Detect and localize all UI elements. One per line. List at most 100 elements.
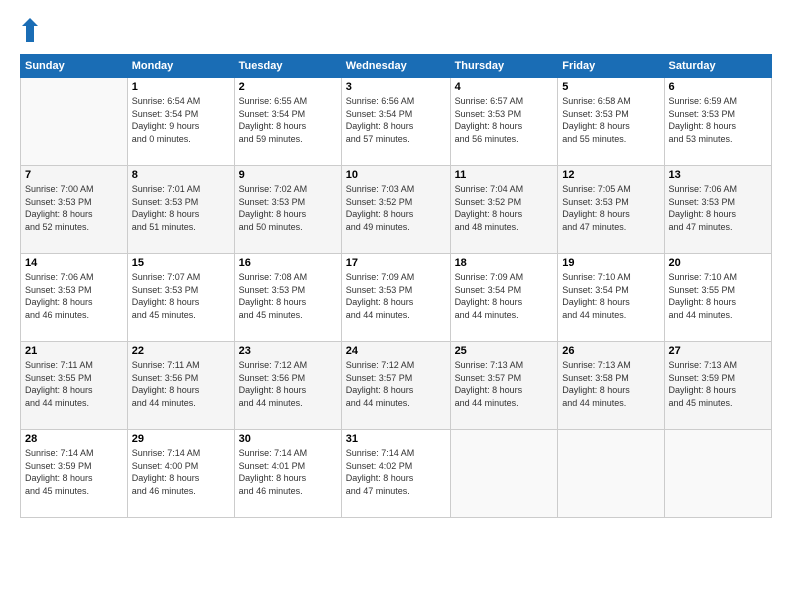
calendar-cell: 27 Sunrise: 7:13 AM Sunset: 3:59 PM Dayli… — [664, 342, 771, 430]
calendar-cell: 13Sunrise: 7:06 AM Sunset: 3:53 PM Dayli… — [664, 166, 771, 254]
day-number: 26 — [562, 345, 659, 357]
day-info: Sunrise: 6:57 AM Sunset: 3:53 PM Dayligh… — [455, 95, 554, 145]
calendar-weekday-tuesday: Tuesday — [234, 55, 341, 78]
day-number: 15 — [132, 257, 230, 269]
day-number: 3 — [346, 81, 446, 93]
day-info: Sunrise: 6:55 AM Sunset: 3:54 PM Dayligh… — [239, 95, 337, 145]
calendar-weekday-wednesday: Wednesday — [341, 55, 450, 78]
day-info: Sunrise: 7:14 AM Sunset: 4:00 PM Dayligh… — [132, 447, 230, 497]
calendar-cell: 15Sunrise: 7:07 AM Sunset: 3:53 PM Dayli… — [127, 254, 234, 342]
day-info: Sunrise: 7:00 AM Sunset: 3:53 PM Dayligh… — [25, 183, 123, 233]
day-info: Sunrise: 6:59 AM Sunset: 3:53 PM Dayligh… — [669, 95, 767, 145]
calendar-week-row: 14Sunrise: 7:06 AM Sunset: 3:53 PM Dayli… — [21, 254, 772, 342]
day-number: 25 — [455, 345, 554, 357]
page: SundayMondayTuesdayWednesdayThursdayFrid… — [0, 0, 792, 612]
calendar-week-row: 1 Sunrise: 6:54 AM Sunset: 3:54 PM Daylig… — [21, 78, 772, 166]
day-info: Sunrise: 6:56 AM Sunset: 3:54 PM Dayligh… — [346, 95, 446, 145]
calendar-cell: 11 Sunrise: 7:04 AM Sunset: 3:52 PM Dayli… — [450, 166, 558, 254]
day-number: 23 — [239, 345, 337, 357]
day-number: 29 — [132, 433, 230, 445]
calendar-cell: 17Sunrise: 7:09 AM Sunset: 3:53 PM Dayli… — [341, 254, 450, 342]
logo — [20, 16, 44, 44]
day-number: 9 — [239, 169, 337, 181]
day-info: Sunrise: 7:12 AM Sunset: 3:57 PM Dayligh… — [346, 359, 446, 409]
calendar-weekday-monday: Monday — [127, 55, 234, 78]
calendar-cell: 29 Sunrise: 7:14 AM Sunset: 4:00 PM Dayli… — [127, 430, 234, 518]
day-info: Sunrise: 7:08 AM Sunset: 3:53 PM Dayligh… — [239, 271, 337, 321]
calendar-cell — [21, 78, 128, 166]
day-number: 10 — [346, 169, 446, 181]
calendar-cell: 12Sunrise: 7:05 AM Sunset: 3:53 PM Dayli… — [558, 166, 664, 254]
day-number: 6 — [669, 81, 767, 93]
calendar-cell — [558, 430, 664, 518]
calendar-cell: 26 Sunrise: 7:13 AM Sunset: 3:58 PM Dayli… — [558, 342, 664, 430]
day-number: 7 — [25, 169, 123, 181]
day-number: 17 — [346, 257, 446, 269]
day-info: Sunrise: 7:06 AM Sunset: 3:53 PM Dayligh… — [669, 183, 767, 233]
calendar-week-row: 7 Sunrise: 7:00 AM Sunset: 3:53 PM Daylig… — [21, 166, 772, 254]
day-number: 27 — [669, 345, 767, 357]
day-number: 18 — [455, 257, 554, 269]
day-info: Sunrise: 7:11 AM Sunset: 3:56 PM Dayligh… — [132, 359, 230, 409]
day-info: Sunrise: 7:14 AM Sunset: 4:01 PM Dayligh… — [239, 447, 337, 497]
day-info: Sunrise: 7:11 AM Sunset: 3:55 PM Dayligh… — [25, 359, 123, 409]
day-number: 16 — [239, 257, 337, 269]
day-info: Sunrise: 6:58 AM Sunset: 3:53 PM Dayligh… — [562, 95, 659, 145]
day-number: 5 — [562, 81, 659, 93]
day-info: Sunrise: 7:03 AM Sunset: 3:52 PM Dayligh… — [346, 183, 446, 233]
calendar-cell: 3 Sunrise: 6:56 AM Sunset: 3:54 PM Daylig… — [341, 78, 450, 166]
day-number: 12 — [562, 169, 659, 181]
calendar-cell — [664, 430, 771, 518]
day-number: 4 — [455, 81, 554, 93]
calendar-cell: 6 Sunrise: 6:59 AM Sunset: 3:53 PM Daylig… — [664, 78, 771, 166]
day-info: Sunrise: 7:02 AM Sunset: 3:53 PM Dayligh… — [239, 183, 337, 233]
day-number: 11 — [455, 169, 554, 181]
day-number: 20 — [669, 257, 767, 269]
logo-icon — [20, 16, 40, 44]
day-info: Sunrise: 7:06 AM Sunset: 3:53 PM Dayligh… — [25, 271, 123, 321]
day-info: Sunrise: 7:14 AM Sunset: 3:59 PM Dayligh… — [25, 447, 123, 497]
calendar-header-row: SundayMondayTuesdayWednesdayThursdayFrid… — [21, 55, 772, 78]
calendar-cell: 2 Sunrise: 6:55 AM Sunset: 3:54 PM Daylig… — [234, 78, 341, 166]
calendar-weekday-sunday: Sunday — [21, 55, 128, 78]
calendar-cell: 24 Sunrise: 7:12 AM Sunset: 3:57 PM Dayli… — [341, 342, 450, 430]
day-number: 22 — [132, 345, 230, 357]
calendar-table: SundayMondayTuesdayWednesdayThursdayFrid… — [20, 54, 772, 518]
day-info: Sunrise: 7:13 AM Sunset: 3:59 PM Dayligh… — [669, 359, 767, 409]
day-info: Sunrise: 6:54 AM Sunset: 3:54 PM Dayligh… — [132, 95, 230, 145]
day-info: Sunrise: 7:01 AM Sunset: 3:53 PM Dayligh… — [132, 183, 230, 233]
calendar-weekday-thursday: Thursday — [450, 55, 558, 78]
calendar-cell: 10 Sunrise: 7:03 AM Sunset: 3:52 PM Dayli… — [341, 166, 450, 254]
day-info: Sunrise: 7:14 AM Sunset: 4:02 PM Dayligh… — [346, 447, 446, 497]
calendar-cell: 14Sunrise: 7:06 AM Sunset: 3:53 PM Dayli… — [21, 254, 128, 342]
calendar-weekday-friday: Friday — [558, 55, 664, 78]
day-info: Sunrise: 7:12 AM Sunset: 3:56 PM Dayligh… — [239, 359, 337, 409]
calendar-week-row: 28 Sunrise: 7:14 AM Sunset: 3:59 PM Dayli… — [21, 430, 772, 518]
calendar-cell: 8Sunrise: 7:01 AM Sunset: 3:53 PM Daylig… — [127, 166, 234, 254]
day-number: 2 — [239, 81, 337, 93]
day-number: 31 — [346, 433, 446, 445]
calendar-cell: 21Sunrise: 7:11 AM Sunset: 3:55 PM Dayli… — [21, 342, 128, 430]
day-number: 30 — [239, 433, 337, 445]
calendar-cell: 18Sunrise: 7:09 AM Sunset: 3:54 PM Dayli… — [450, 254, 558, 342]
calendar-cell: 5 Sunrise: 6:58 AM Sunset: 3:53 PM Daylig… — [558, 78, 664, 166]
calendar-cell: 19 Sunrise: 7:10 AM Sunset: 3:54 PM Dayli… — [558, 254, 664, 342]
day-info: Sunrise: 7:13 AM Sunset: 3:58 PM Dayligh… — [562, 359, 659, 409]
day-info: Sunrise: 7:04 AM Sunset: 3:52 PM Dayligh… — [455, 183, 554, 233]
calendar-cell: 23 Sunrise: 7:12 AM Sunset: 3:56 PM Dayli… — [234, 342, 341, 430]
calendar-week-row: 21Sunrise: 7:11 AM Sunset: 3:55 PM Dayli… — [21, 342, 772, 430]
calendar-cell: 25 Sunrise: 7:13 AM Sunset: 3:57 PM Dayli… — [450, 342, 558, 430]
day-info: Sunrise: 7:10 AM Sunset: 3:54 PM Dayligh… — [562, 271, 659, 321]
calendar-cell: 31 Sunrise: 7:14 AM Sunset: 4:02 PM Dayli… — [341, 430, 450, 518]
day-number: 28 — [25, 433, 123, 445]
day-info: Sunrise: 7:13 AM Sunset: 3:57 PM Dayligh… — [455, 359, 554, 409]
calendar-weekday-saturday: Saturday — [664, 55, 771, 78]
calendar-cell: 1 Sunrise: 6:54 AM Sunset: 3:54 PM Daylig… — [127, 78, 234, 166]
calendar-cell: 20Sunrise: 7:10 AM Sunset: 3:55 PM Dayli… — [664, 254, 771, 342]
day-number: 19 — [562, 257, 659, 269]
calendar-cell: 9 Sunrise: 7:02 AM Sunset: 3:53 PM Daylig… — [234, 166, 341, 254]
calendar-cell: 7 Sunrise: 7:00 AM Sunset: 3:53 PM Daylig… — [21, 166, 128, 254]
day-number: 24 — [346, 345, 446, 357]
calendar-cell: 4 Sunrise: 6:57 AM Sunset: 3:53 PM Daylig… — [450, 78, 558, 166]
day-number: 1 — [132, 81, 230, 93]
